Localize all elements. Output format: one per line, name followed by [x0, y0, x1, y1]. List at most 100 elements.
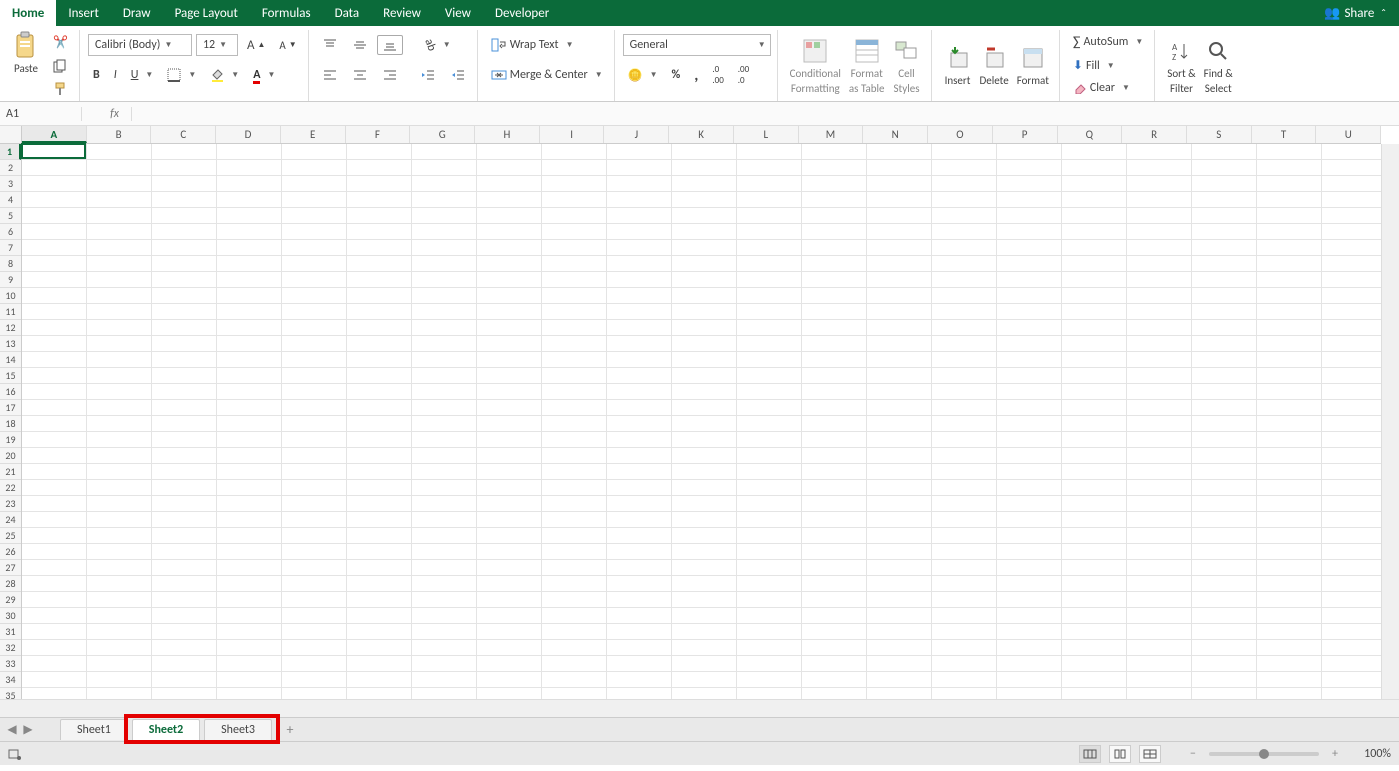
- row-header-9[interactable]: 9: [0, 272, 21, 288]
- fill-color-button[interactable]: ▼: [205, 65, 244, 85]
- format-cells-button[interactable]: Format: [1013, 42, 1053, 89]
- row-header-17[interactable]: 17: [0, 400, 21, 416]
- menu-tab-data[interactable]: Data: [323, 0, 372, 26]
- format-as-table-button[interactable]: Formatas Table: [845, 35, 889, 97]
- format-painter-button[interactable]: [48, 79, 73, 99]
- align-left-button[interactable]: [317, 65, 343, 85]
- row-header-13[interactable]: 13: [0, 336, 21, 352]
- row-header-2[interactable]: 2: [0, 160, 21, 176]
- fx-icon[interactable]: fx: [104, 107, 125, 121]
- col-header-D[interactable]: D: [216, 126, 281, 143]
- row-header-15[interactable]: 15: [0, 368, 21, 384]
- increase-decimal-button[interactable]: .0.00: [707, 61, 728, 89]
- col-header-T[interactable]: T: [1252, 126, 1317, 143]
- currency-button[interactable]: 🪙▼: [623, 65, 663, 86]
- column-headers[interactable]: ABCDEFGHIJKLMNOPQRSTU: [22, 126, 1381, 144]
- cut-button[interactable]: ✂️: [48, 32, 73, 53]
- font-name-select[interactable]: Calibri (Body)▼: [88, 34, 192, 56]
- share-button[interactable]: 👥 Share ⌃: [1312, 0, 1399, 26]
- conditional-formatting-button[interactable]: ConditionalFormatting: [786, 35, 845, 97]
- col-header-N[interactable]: N: [863, 126, 928, 143]
- zoom-out-button[interactable]: −: [1185, 746, 1201, 762]
- underline-button[interactable]: U▼: [126, 65, 159, 85]
- row-header-29[interactable]: 29: [0, 592, 21, 608]
- align-right-button[interactable]: [377, 65, 403, 85]
- row-header-11[interactable]: 11: [0, 304, 21, 320]
- col-header-I[interactable]: I: [540, 126, 605, 143]
- wrap-text-button[interactable]: Wrap Text▼: [486, 35, 579, 55]
- col-header-O[interactable]: O: [928, 126, 993, 143]
- row-header-25[interactable]: 25: [0, 528, 21, 544]
- row-header-23[interactable]: 23: [0, 496, 21, 512]
- col-header-Q[interactable]: Q: [1058, 126, 1123, 143]
- row-header-30[interactable]: 30: [0, 608, 21, 624]
- row-header-28[interactable]: 28: [0, 576, 21, 592]
- row-header-5[interactable]: 5: [0, 208, 21, 224]
- menu-tab-developer[interactable]: Developer: [483, 0, 561, 26]
- align-top-button[interactable]: [317, 35, 343, 55]
- align-center-button[interactable]: [347, 65, 373, 85]
- row-header-3[interactable]: 3: [0, 176, 21, 192]
- border-button[interactable]: ▼: [162, 65, 201, 85]
- page-break-view-button[interactable]: [1139, 745, 1161, 763]
- row-header-21[interactable]: 21: [0, 464, 21, 480]
- tab-nav-next[interactable]: ▶: [20, 722, 36, 738]
- zoom-slider[interactable]: [1209, 752, 1319, 756]
- find-select-button[interactable]: Find &Select: [1200, 35, 1237, 97]
- decrease-indent-button[interactable]: [415, 65, 441, 85]
- col-header-L[interactable]: L: [734, 126, 799, 143]
- insert-cells-button[interactable]: Insert: [940, 42, 976, 89]
- row-header-7[interactable]: 7: [0, 240, 21, 256]
- menu-tab-review[interactable]: Review: [371, 0, 433, 26]
- copy-button[interactable]: [48, 56, 73, 76]
- row-header-20[interactable]: 20: [0, 448, 21, 464]
- delete-cells-button[interactable]: Delete: [976, 42, 1013, 89]
- page-layout-view-button[interactable]: [1109, 745, 1131, 763]
- row-header-34[interactable]: 34: [0, 672, 21, 688]
- align-middle-button[interactable]: [347, 35, 373, 55]
- col-header-F[interactable]: F: [346, 126, 411, 143]
- font-color-button[interactable]: A▼: [248, 65, 280, 85]
- row-header-10[interactable]: 10: [0, 288, 21, 304]
- row-header-14[interactable]: 14: [0, 352, 21, 368]
- col-header-B[interactable]: B: [87, 126, 152, 143]
- zoom-value[interactable]: 100%: [1351, 747, 1391, 761]
- row-header-22[interactable]: 22: [0, 480, 21, 496]
- normal-view-button[interactable]: [1079, 745, 1101, 763]
- bold-button[interactable]: B: [88, 65, 105, 85]
- col-header-H[interactable]: H: [475, 126, 540, 143]
- select-all-corner[interactable]: [0, 126, 22, 144]
- clear-button[interactable]: Clear▼: [1068, 78, 1148, 98]
- decrease-decimal-button[interactable]: .00.0: [733, 61, 754, 89]
- col-header-P[interactable]: P: [993, 126, 1058, 143]
- row-header-6[interactable]: 6: [0, 224, 21, 240]
- name-box[interactable]: A1: [0, 107, 82, 121]
- sort-filter-button[interactable]: AZSort &Filter: [1163, 35, 1199, 97]
- row-header-33[interactable]: 33: [0, 656, 21, 672]
- col-header-S[interactable]: S: [1187, 126, 1252, 143]
- row-header-31[interactable]: 31: [0, 624, 21, 640]
- fill-button[interactable]: ⬇Fill▼: [1068, 55, 1148, 76]
- increase-indent-button[interactable]: [445, 65, 471, 85]
- menu-tab-page-layout[interactable]: Page Layout: [163, 0, 250, 26]
- col-header-J[interactable]: J: [604, 126, 669, 143]
- col-header-C[interactable]: C: [151, 126, 216, 143]
- menu-tab-insert[interactable]: Insert: [56, 0, 111, 26]
- align-bottom-button[interactable]: [377, 35, 403, 55]
- zoom-in-button[interactable]: +: [1327, 746, 1343, 762]
- row-header-12[interactable]: 12: [0, 320, 21, 336]
- cell-area[interactable]: [22, 144, 1381, 699]
- decrease-font-button[interactable]: A▼: [274, 36, 301, 55]
- increase-font-button[interactable]: A▲: [242, 35, 270, 56]
- vertical-scrollbar[interactable]: [1381, 144, 1399, 699]
- percent-button[interactable]: %: [667, 65, 686, 85]
- row-header-24[interactable]: 24: [0, 512, 21, 528]
- row-header-1[interactable]: 1: [0, 144, 21, 160]
- menu-tab-view[interactable]: View: [433, 0, 483, 26]
- row-header-16[interactable]: 16: [0, 384, 21, 400]
- col-header-E[interactable]: E: [281, 126, 346, 143]
- row-header-18[interactable]: 18: [0, 416, 21, 432]
- paste-button[interactable]: Paste: [8, 30, 44, 99]
- spreadsheet-grid[interactable]: ABCDEFGHIJKLMNOPQRSTU 123456789101112131…: [0, 126, 1399, 717]
- zoom-thumb[interactable]: [1259, 749, 1269, 759]
